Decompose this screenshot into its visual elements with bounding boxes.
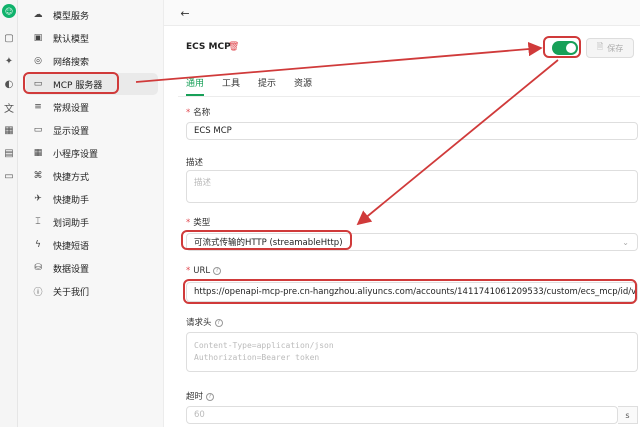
info-icon: ⓘ [33,287,43,298]
sidebar-item-label: 划词助手 [53,218,90,229]
sidebar-item-display-settings[interactable]: ▭ 显示设置 [26,119,158,141]
annotation-box-mcp-servers [23,72,119,94]
sidebar-item-label: 常规设置 [53,103,90,114]
box-icon: ▣ [33,33,43,43]
tab-tools[interactable]: 工具 [222,76,240,94]
sidebar-item-label: 快捷助手 [53,195,90,206]
icon-rail: ☺ ▢ ✦ ◐ 文 ▦ ▤ ▭ [0,0,18,427]
translate-icon[interactable]: 文 [2,100,16,115]
headers-label: 请求头? [186,316,223,328]
headers-field[interactable]: Content-Type=application/json Authorizat… [186,332,638,372]
avatar-icon[interactable]: ☺ [2,4,16,18]
sidebar-item-miniapp-settings[interactable]: ▦ 小程序设置 [26,142,158,164]
timeout-field[interactable]: 60 [186,406,618,424]
required-mark: * [186,218,191,228]
timeout-label: 超时? [186,390,215,402]
chat-icon[interactable]: ▢ [2,31,16,45]
sidebar-item-default-model[interactable]: ▣ 默认模型 [26,27,158,49]
document-icon[interactable]: ▤ [2,146,16,160]
timeout-placeholder: 60 [194,410,205,420]
headers-placeholder-line: Authorization=Bearer token [194,353,320,362]
save-button[interactable]: 🗎 保存 [586,38,634,58]
sidebar-item-quick-phrases[interactable]: ϟ 快捷短语 [26,234,158,256]
headers-placeholder-line: Content-Type=application/json [194,341,334,350]
sidebar-item-quick-assistant[interactable]: ✈ 快捷助手 [26,188,158,210]
annotation-box-type [181,230,352,250]
sidebar-item-label: 模型服务 [53,11,90,22]
description-label: 描述 [186,158,204,168]
cursor-icon: ⌶ [35,217,41,227]
palette-icon[interactable]: ◐ [2,77,16,91]
save-icon: 🗎 [596,42,604,51]
apps-icon: ▦ [33,148,43,158]
globe-icon: ◎ [34,56,42,66]
folder-icon[interactable]: ▭ [2,169,16,183]
settings-sidebar: ☁ 模型服务 ▣ 默认模型 ◎ 网络搜索 ▭ MCP 服务器 ≡ 常规设置 ▭ … [18,0,164,427]
name-field[interactable]: ECS MCP [186,122,638,140]
sidebar-item-data-settings[interactable]: ⛁ 数据设置 [26,257,158,279]
tab-prompts[interactable]: 提示 [258,76,276,94]
sidebar-item-about[interactable]: ⓘ 关于我们 [26,280,158,302]
type-label: * 类型 [186,218,211,228]
name-field-value: ECS MCP [194,126,232,136]
annotation-box-url [183,279,637,304]
monitor-icon: ▭ [33,125,43,135]
database-icon: ⛁ [34,263,42,273]
name-label: * 名称 [186,108,211,118]
command-icon: ⌘ [33,171,43,181]
tab-general[interactable]: 通用 [186,76,205,96]
tabs-divider [178,96,640,97]
sidebar-item-label: 快捷方式 [53,172,90,183]
sidebar-item-label: 显示设置 [53,126,90,137]
required-mark: * [186,108,191,118]
sidebar-item-label: 网络搜索 [53,57,90,68]
description-placeholder: 描述 [194,178,212,188]
trash-icon[interactable]: 🗑 [228,42,239,52]
save-button-label: 保存 [607,43,624,53]
grid-icon[interactable]: ▦ [2,123,16,137]
rocket-icon: ✈ [34,194,42,204]
top-bar: ← [164,0,640,26]
help-icon[interactable]: ? [214,318,223,327]
url-label: * URL? [186,266,222,276]
timeout-unit: s [618,406,638,424]
sidebar-item-web-search[interactable]: ◎ 网络搜索 [26,50,158,72]
sidebar-item-label: 关于我们 [53,287,90,298]
sidebar-item-selection-assistant[interactable]: ⌶ 划词助手 [26,211,158,233]
annotation-box-toggle [543,36,581,58]
sliders-icon: ≡ [34,102,42,112]
required-mark: * [186,266,191,276]
help-icon[interactable]: ? [206,392,215,401]
sparkle-icon[interactable]: ✦ [2,54,16,68]
main-panel: ← ECS MCP 🗑 🗎 保存 通用 工具 提示 资源 * 名称 ECS MCP… [164,0,640,427]
tab-bar: 通用 工具 提示 资源 [186,76,312,96]
sidebar-item-label: 数据设置 [53,264,90,275]
sidebar-item-label: 小程序设置 [53,149,99,160]
sidebar-item-label: 默认模型 [53,34,90,45]
sidebar-item-shortcuts[interactable]: ⌘ 快捷方式 [26,165,158,187]
chevron-down-icon: ⌄ [622,238,629,247]
back-arrow-icon[interactable]: ← [178,6,192,20]
sidebar-item-general-settings[interactable]: ≡ 常规设置 [26,96,158,118]
help-icon[interactable]: ? [213,266,222,275]
sidebar-item-label: 快捷短语 [53,241,90,252]
page-title: ECS MCP [186,42,231,52]
tab-resources[interactable]: 资源 [294,76,312,94]
zap-icon: ϟ [35,240,41,250]
cloud-icon: ☁ [33,10,43,20]
sidebar-item-model-services[interactable]: ☁ 模型服务 [26,4,158,26]
description-field[interactable]: 描述 [186,170,638,203]
